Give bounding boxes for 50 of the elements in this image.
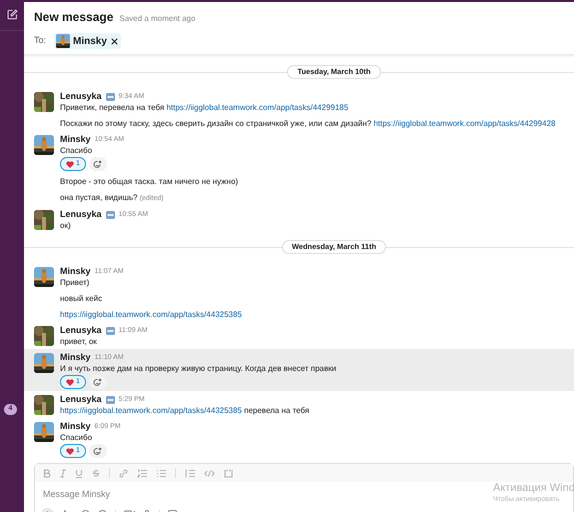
message-text: Приветик, перевела на тебя https://iigglobal.teamwork.com/app/tasks/44299185 [60, 102, 350, 113]
message-text: Второе - это общая таска. там ничего не нужно) [60, 176, 238, 187]
message-text: привет, ок [60, 336, 98, 347]
compose-icon[interactable] [6, 9, 18, 20]
link[interactable]: https://iigglobal.teamwork.com/app/tasks/44325385 [60, 406, 242, 415]
add-reaction-button[interactable] [88, 444, 107, 458]
italic-icon[interactable] [60, 468, 66, 478]
heart-icon [66, 448, 74, 454]
underline-icon[interactable] [75, 468, 83, 478]
heart-icon [66, 160, 74, 168]
author-name[interactable]: Minsky [60, 266, 91, 277]
strikethrough-icon[interactable] [92, 468, 100, 478]
bold-icon[interactable] [43, 468, 51, 478]
to-label: To: [34, 34, 46, 48]
add-reaction-button[interactable] [88, 375, 107, 389]
message-input-placeholder[interactable]: Message Minsky [43, 488, 110, 502]
author-name[interactable]: Lenusyka [60, 209, 102, 220]
author-name[interactable]: Minsky [60, 421, 91, 432]
link[interactable]: https://iigglobal.teamwork.com/app/tasks/44299185 [166, 103, 348, 112]
message-text: новый кейс [60, 293, 104, 304]
numbered-list-icon[interactable] [137, 468, 147, 478]
author-name[interactable]: Lenusyka [60, 91, 102, 102]
message-text: Спасибо [60, 432, 94, 443]
code-block-icon[interactable] [224, 468, 233, 478]
author-name[interactable]: Lenusyka [60, 325, 102, 336]
message-text: Поскажи по этому таску, здесь сверить дизайн со страничкой уже, или сам дизайн? https://iigglobal.teamwork.com/app/tasks/44299428 [60, 118, 556, 129]
author-name[interactable]: Lenusyka [60, 394, 102, 405]
saved-status: Saved a moment ago [119, 13, 196, 25]
add-emoji-icon [93, 160, 102, 168]
add-emoji-icon [93, 378, 102, 386]
author-name[interactable]: Minsky [60, 352, 91, 363]
bulleted-list-icon[interactable] [156, 468, 166, 478]
add-emoji-icon [93, 446, 102, 456]
message-text: Спасибо [60, 145, 94, 156]
message-text: Привет) [60, 277, 90, 288]
add-reaction-button[interactable] [88, 157, 107, 171]
message-text: ок) [60, 220, 72, 231]
link-icon[interactable] [119, 468, 128, 478]
link[interactable]: https://iigglobal.teamwork.com/app/tasks/44299428 [374, 119, 556, 128]
recipient-chip[interactable]: Minsky [54, 33, 121, 49]
author-name[interactable]: Minsky [60, 134, 91, 145]
link[interactable]: https://iigglobal.teamwork.com/app/tasks/44325385 [60, 310, 242, 319]
blockquote-icon[interactable] [185, 468, 195, 478]
message-text: https://iigglobal.teamwork.com/app/tasks/44325385 перевела на тебя [60, 405, 310, 416]
message-text: И я чуть позже дам на проверку живую страницу. Когда дев внесет правки [60, 363, 336, 374]
close-icon[interactable] [110, 36, 119, 46]
window-title: New message [34, 9, 114, 26]
activation-notice-title: Активация Wind [493, 482, 574, 495]
heart-icon [66, 378, 74, 386]
code-icon[interactable] [204, 468, 215, 478]
